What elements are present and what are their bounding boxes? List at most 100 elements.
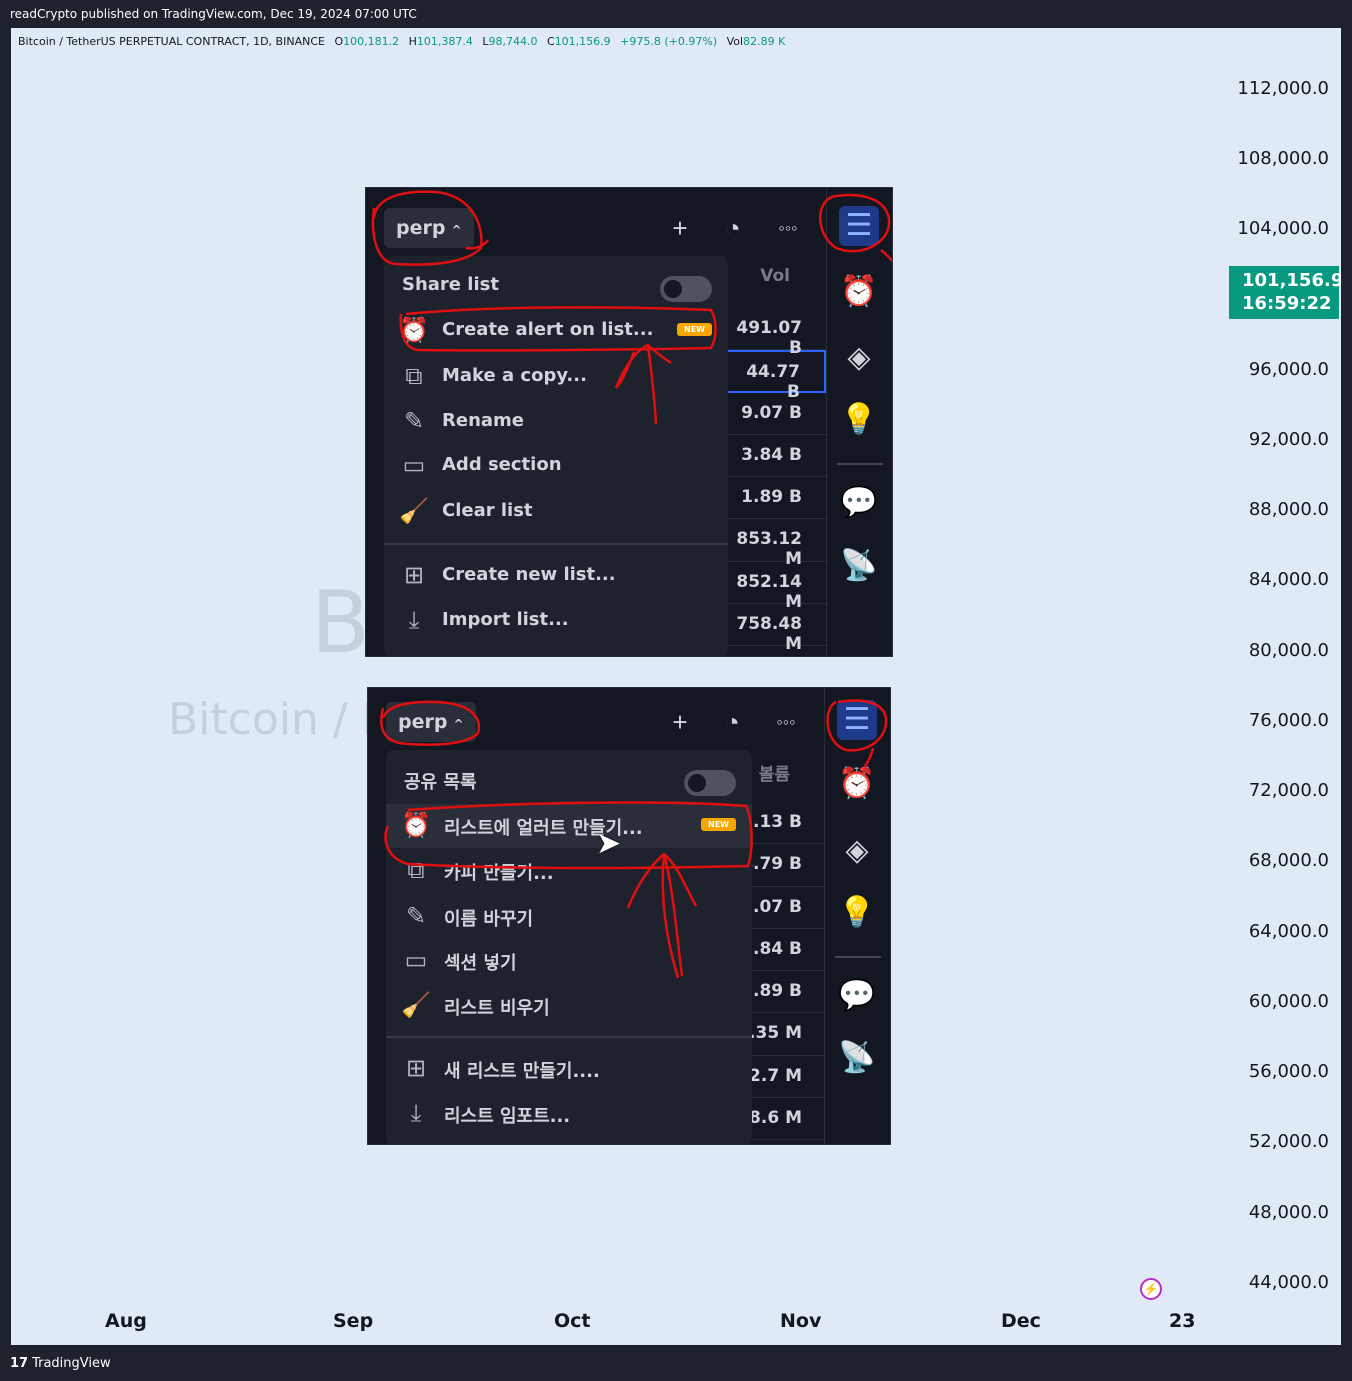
alarm-clock-icon[interactable]: ⏰	[839, 272, 879, 312]
price-tick: 64,000.0	[1248, 921, 1329, 942]
download-icon: ⤓	[410, 1100, 422, 1127]
lightbulb-icon[interactable]: 💡	[837, 893, 877, 933]
current-price: 101,156.9	[1242, 270, 1341, 291]
watchlist-menu: 공유 목록 ⏰ 리스트에 얼러트 만들기... NEW ⧉ 카피 만들기... …	[386, 750, 752, 1144]
high-value: 101,387.4	[416, 35, 473, 48]
chat-icon[interactable]: 💬	[839, 483, 879, 523]
create-alert-item[interactable]: ⏰ Create alert on list... NEW	[384, 309, 728, 353]
volume-cell[interactable]: 852.14 M	[726, 562, 826, 612]
time-axis[interactable]: Aug Sep Oct Nov Dec 23	[11, 1310, 1341, 1340]
price-tick: 108,000.0	[1237, 148, 1329, 169]
volume-cell[interactable]: 1.89 B	[726, 477, 826, 520]
watchlist-menu: Share list ⏰ Create alert on list... NEW…	[384, 256, 728, 656]
broadcast-icon[interactable]: 📡	[839, 546, 879, 586]
high-label: H	[408, 35, 417, 48]
section-icon: ▭	[404, 947, 428, 974]
make-copy-item[interactable]: ⧉ Make a copy...	[384, 355, 728, 399]
lightbulb-icon[interactable]: 💡	[839, 400, 879, 440]
share-list-item[interactable]: 공유 목록	[386, 758, 752, 802]
right-toolbar: ☰ ⏰ ◈ 💡 💬 📡	[826, 188, 892, 656]
watchlist-icon[interactable]: ☰	[837, 700, 877, 740]
volume-cell[interactable]: 44.77 B	[726, 350, 826, 402]
volume-cell[interactable]: 853.12 M	[726, 519, 826, 569]
time-tick: 23	[1169, 1310, 1196, 1332]
toolbar-divider	[835, 956, 881, 958]
symbol-title[interactable]: Bitcoin / TetherUS PERPETUAL CONTRACT, 1…	[18, 35, 325, 48]
share-list-item[interactable]: Share list	[384, 264, 728, 308]
lightning-icon[interactable]: ⚡	[1140, 1278, 1162, 1300]
new-list-icon: ⊞	[405, 1055, 427, 1082]
volume-cell[interactable]: 758.48 M	[726, 604, 826, 654]
alarm-clock-icon[interactable]: ⏰	[837, 764, 877, 804]
share-list-label: Share list	[402, 274, 499, 295]
create-new-list-item[interactable]: ⊞ 새 리스트 만들기....	[386, 1047, 752, 1091]
time-tick: Dec	[1001, 1310, 1041, 1332]
broadcast-icon[interactable]: 📡	[837, 1038, 877, 1078]
price-axis[interactable]: 112,000.0 108,000.0 104,000.0 96,000.0 9…	[1229, 28, 1341, 1318]
new-badge: NEW	[701, 818, 736, 831]
price-tick: 80,000.0	[1248, 640, 1329, 661]
advanced-view-icon[interactable]: ◔	[716, 212, 750, 246]
publish-bar: readCrypto published on TradingView.com,…	[0, 0, 1352, 28]
create-new-list-item[interactable]: ⊞ Create new list...	[384, 554, 728, 598]
make-copy-label: 카피 만들기...	[444, 863, 554, 884]
current-price-label: 101,156.9 16:59:22	[1229, 266, 1341, 319]
clear-list-item[interactable]: 🧹 Clear list	[384, 490, 728, 534]
layers-icon[interactable]: ◈	[839, 338, 879, 378]
price-tick: 44,000.0	[1248, 1272, 1329, 1293]
alarm-add-icon: ⏰	[401, 812, 431, 839]
chevron-up-icon: ^	[451, 223, 462, 237]
watchlist-name-button[interactable]: perp ^	[386, 702, 476, 742]
volume-cell[interactable]: 9.07 B	[726, 393, 826, 435]
price-tick: 76,000.0	[1248, 710, 1329, 731]
watchlist-name: perp	[396, 217, 446, 239]
create-new-list-label: 새 리스트 만들기....	[444, 1061, 600, 1082]
copy-icon: ⧉	[407, 857, 425, 884]
open-label: O	[334, 35, 344, 48]
clear-list-label: Clear list	[442, 500, 533, 521]
layers-icon[interactable]: ◈	[837, 831, 877, 871]
clear-list-item[interactable]: 🧹 리스트 비우기	[386, 984, 752, 1028]
make-copy-item[interactable]: ⧉ 카피 만들기...	[386, 849, 752, 893]
footer-bar: 17 TradingView	[0, 1345, 1352, 1381]
new-list-icon: ⊞	[403, 562, 425, 589]
volume-cell[interactable]: 491.07 B	[726, 308, 826, 358]
rename-item[interactable]: ✎ Rename	[384, 400, 728, 444]
copy-icon: ⧉	[405, 363, 423, 390]
tradingview-logo[interactable]: 17 TradingView	[10, 1356, 111, 1371]
share-toggle[interactable]	[684, 770, 736, 796]
more-icon[interactable]: ◦◦◦	[771, 212, 805, 246]
add-section-label: 섹션 넣기	[444, 953, 517, 974]
alarm-add-icon: ⏰	[399, 317, 429, 344]
menu-divider	[386, 1036, 752, 1038]
add-section-item[interactable]: ▭ Add section	[384, 444, 728, 488]
rename-item[interactable]: ✎ 이름 바꾸기	[386, 895, 752, 939]
watchlist-screenshot-en: perp ^ + ◔ ◦◦◦ Vol 491.07 B 44.77 B 9.07 …	[365, 187, 893, 657]
price-tick: 104,000.0	[1237, 218, 1329, 239]
mouse-cursor-icon: ➤	[596, 827, 622, 860]
watchlist-name-button[interactable]: perp ^	[384, 208, 474, 248]
watchlist-icon[interactable]: ☰	[839, 206, 879, 246]
share-toggle[interactable]	[660, 276, 712, 302]
add-section-item[interactable]: ▭ 섹션 넣기	[386, 939, 752, 983]
more-icon[interactable]: ◦◦◦	[769, 706, 803, 740]
add-symbol-icon[interactable]: +	[663, 212, 697, 246]
add-section-label: Add section	[442, 454, 562, 475]
import-list-item[interactable]: ⤓ Import list...	[384, 599, 728, 643]
volume-cell[interactable]: 3.84 B	[726, 435, 826, 478]
change-value: +975.8 (+0.97%)	[620, 35, 718, 48]
open-value: 100,181.2	[343, 35, 400, 48]
create-alert-item[interactable]: ⏰ 리스트에 얼러트 만들기... NEW	[386, 804, 752, 848]
price-tick: 84,000.0	[1248, 569, 1329, 590]
import-list-label: Import list...	[442, 609, 569, 630]
symbol-legend: Bitcoin / TetherUS PERPETUAL CONTRACT, 1…	[18, 35, 785, 48]
tradingview-mark-icon: 17	[10, 1356, 29, 1371]
pencil-icon: ✎	[405, 903, 427, 930]
add-symbol-icon[interactable]: +	[663, 706, 697, 740]
chat-icon[interactable]: 💬	[837, 976, 877, 1016]
time-tick: Sep	[333, 1310, 374, 1332]
advanced-view-icon[interactable]: ◔	[715, 706, 749, 740]
import-list-label: 리스트 임포트...	[444, 1106, 571, 1127]
import-list-item[interactable]: ⤓ 리스트 임포트...	[386, 1092, 752, 1136]
price-tick: 48,000.0	[1248, 1202, 1329, 1223]
